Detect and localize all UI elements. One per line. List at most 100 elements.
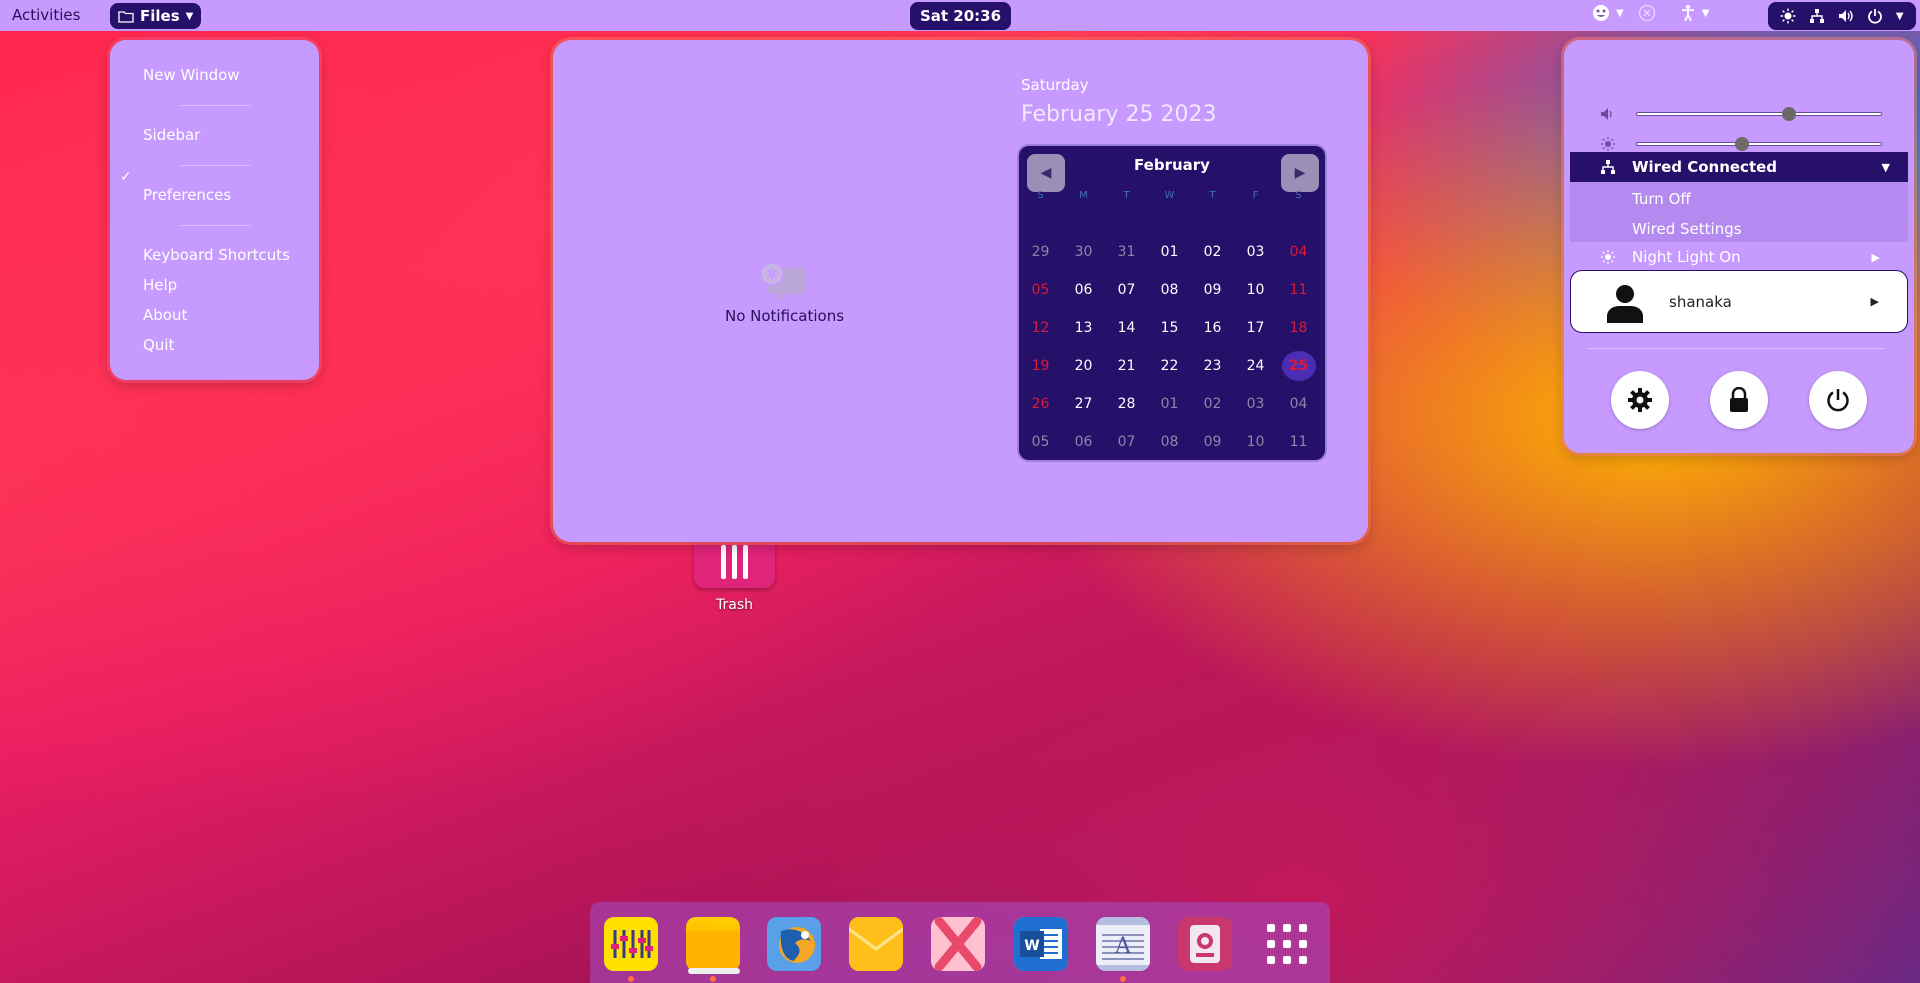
calendar-day[interactable]: 03: [1234, 396, 1277, 412]
calendar-day[interactable]: 09: [1191, 434, 1234, 450]
calendar-day[interactable]: 09: [1191, 282, 1234, 298]
brightness-slider[interactable]: [1636, 142, 1882, 146]
calendar-day-header: F: [1252, 190, 1259, 201]
calendar: ◀ February ▶ SMTWTFS 29 30 31 01 02 03 04 05 06 0…: [1017, 144, 1327, 462]
calendar-day[interactable]: 19: [1019, 358, 1062, 374]
calendar-day[interactable]: 06: [1062, 282, 1105, 298]
calendar-day[interactable]: 03: [1234, 244, 1277, 260]
dock-app-screenshot[interactable]: [1178, 917, 1232, 971]
accessibility-indicator[interactable]: ▼: [1680, 4, 1709, 22]
no-notifications-icon: [760, 262, 806, 302]
calendar-day[interactable]: 23: [1191, 358, 1234, 374]
menu-item-new-window[interactable]: New Window: [143, 66, 240, 84]
dock-app-x[interactable]: [931, 917, 985, 971]
calendar-day-header: T: [1123, 190, 1130, 201]
calendar-day[interactable]: 02: [1191, 244, 1234, 260]
volume-slider-handle[interactable]: [1781, 107, 1796, 121]
calendar-day[interactable]: 27: [1062, 396, 1105, 412]
keyboard-indicator[interactable]: ▼: [1592, 4, 1624, 22]
brightness-slider-handle[interactable]: [1734, 137, 1749, 151]
calendar-day[interactable]: 28: [1105, 396, 1148, 412]
menu-item-preferences[interactable]: Preferences: [143, 186, 231, 204]
calendar-day[interactable]: 26: [1019, 396, 1062, 412]
brightness-icon: [1780, 8, 1796, 24]
calendar-day-today[interactable]: 25: [1277, 351, 1320, 381]
calendar-day[interactable]: 07: [1105, 434, 1148, 450]
calendar-day[interactable]: 18: [1277, 320, 1320, 336]
menu-item-sidebar[interactable]: Sidebar: [143, 126, 200, 144]
calendar-day[interactable]: 12: [1019, 320, 1062, 336]
app-grid-icon: [1267, 924, 1307, 964]
system-status-button[interactable]: ▼: [1768, 2, 1916, 30]
calendar-day[interactable]: 17: [1234, 320, 1277, 336]
menu-item-quit[interactable]: Quit: [143, 336, 174, 354]
accessibility-icon: [1681, 5, 1694, 22]
calendar-day[interactable]: 16: [1191, 320, 1234, 336]
calendar-day[interactable]: 05: [1019, 434, 1062, 450]
calendar-day[interactable]: 15: [1148, 320, 1191, 336]
running-indicator: [710, 976, 716, 982]
calendar-day[interactable]: 04: [1277, 244, 1320, 260]
full-date-label[interactable]: February 25 2023: [1021, 102, 1216, 127]
calendar-day[interactable]: 07: [1105, 282, 1148, 298]
wired-connection-item[interactable]: Wired Connected ▼: [1570, 152, 1908, 182]
volume-slider[interactable]: [1636, 112, 1882, 116]
clock-button[interactable]: Sat 20:36: [910, 2, 1011, 30]
dock-app-text-editor[interactable]: A: [1096, 917, 1150, 971]
calendar-day[interactable]: 10: [1234, 282, 1277, 298]
calendar-day[interactable]: 01: [1148, 244, 1191, 260]
calendar-day[interactable]: 08: [1148, 282, 1191, 298]
calendar-day[interactable]: 06: [1062, 434, 1105, 450]
next-month-button[interactable]: ▶: [1281, 154, 1319, 192]
calendar-day[interactable]: 01: [1148, 396, 1191, 412]
app-menu-button[interactable]: Files ▼: [110, 3, 202, 29]
lock-button[interactable]: [1710, 371, 1768, 429]
menu-item-keyboard-shortcuts[interactable]: Keyboard Shortcuts: [143, 246, 290, 264]
menu-separator: [180, 225, 250, 226]
power-icon: [1868, 9, 1882, 24]
night-light-item[interactable]: Night Light On ▶: [1570, 242, 1908, 272]
wired-submenu: Turn Off Wired Settings: [1570, 182, 1908, 242]
calendar-day[interactable]: 29: [1019, 244, 1062, 260]
calendar-day-header: M: [1079, 190, 1088, 201]
dock-app-firefox[interactable]: [767, 917, 821, 971]
calendar-day[interactable]: 11: [1277, 434, 1320, 450]
calendar-day[interactable]: 22: [1148, 358, 1191, 374]
calendar-day[interactable]: 02: [1191, 396, 1234, 412]
calendar-day[interactable]: 13: [1062, 320, 1105, 336]
calendar-day[interactable]: 20: [1062, 358, 1105, 374]
activities-button[interactable]: Activities: [12, 6, 80, 24]
calendar-day[interactable]: 31: [1105, 244, 1148, 260]
close-circle-icon[interactable]: [1638, 4, 1656, 22]
weekday-label[interactable]: Saturday: [1021, 76, 1089, 94]
calendar-day[interactable]: 14: [1105, 320, 1148, 336]
trash-icon[interactable]: [694, 543, 775, 588]
power-off-button[interactable]: [1809, 371, 1867, 429]
avatar-icon: [1607, 285, 1643, 323]
mail-icon: [849, 917, 903, 971]
wired-connection-label: Wired Connected: [1632, 158, 1778, 176]
calendar-month-label: February: [1134, 156, 1210, 174]
dock-app-mail[interactable]: [849, 917, 903, 971]
calendar-grid: 29 30 31 01 02 03 04 05 06 07 08 09 10 11 12 13 14 15 16 17…: [1019, 233, 1320, 461]
calendar-day[interactable]: 04: [1277, 396, 1320, 412]
calendar-day[interactable]: 11: [1277, 282, 1320, 298]
calendar-day[interactable]: 10: [1234, 434, 1277, 450]
wired-settings-item[interactable]: Wired Settings: [1632, 220, 1742, 238]
dock-app-files[interactable]: [686, 917, 740, 971]
user-item[interactable]: shanaka ▶: [1570, 270, 1908, 333]
calendar-day[interactable]: 05: [1019, 282, 1062, 298]
calendar-day[interactable]: 24: [1234, 358, 1277, 374]
settings-button[interactable]: [1611, 371, 1669, 429]
calendar-day[interactable]: 08: [1148, 434, 1191, 450]
show-apps-button[interactable]: [1260, 917, 1314, 971]
dock-app-word[interactable]: W: [1014, 917, 1068, 971]
menu-item-about[interactable]: About: [143, 306, 187, 324]
calendar-day[interactable]: 30: [1062, 244, 1105, 260]
text-editor-icon: A: [1096, 917, 1150, 971]
running-indicator: [628, 976, 634, 982]
turn-off-item[interactable]: Turn Off: [1632, 190, 1691, 208]
menu-item-help[interactable]: Help: [143, 276, 177, 294]
dock-app-mixer[interactable]: [604, 917, 658, 971]
calendar-day[interactable]: 21: [1105, 358, 1148, 374]
